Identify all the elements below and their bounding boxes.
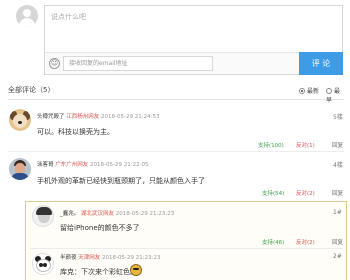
comment-time: 2018-05-29 21:24:53 <box>101 114 160 120</box>
sunglasses-emoji-icon <box>130 264 142 276</box>
reply-time: 2018-05-29 21:23:23 <box>115 211 175 217</box>
reply-meta: _蠢兆。 湖北武汉网友 2018-05-29 21:23:23 <box>60 209 174 217</box>
email-placeholder: 接收回复的email地址 <box>69 60 128 67</box>
support-button[interactable]: 支持(46) <box>262 238 284 246</box>
user-location: 广东广州网友 <box>55 162 89 168</box>
comment-placeholder: 说点什么吧 <box>51 13 86 21</box>
reply-meta: 半颜夜 天津网友 2018-05-29 21:23:23 <box>60 253 160 261</box>
reply-floor-number: 2# <box>333 253 342 260</box>
reply-floor-number: 1# <box>333 209 342 216</box>
submit-comment-button[interactable]: 评 论 <box>299 52 343 75</box>
reply-button[interactable]: 回复 <box>332 189 343 197</box>
comment-text: 可以。科技以换壳为主。 <box>37 128 114 136</box>
comment-time: 2018-05-29 21:22:05 <box>90 162 149 168</box>
comments-count-title: 全部评论（5） <box>8 86 55 94</box>
reply-text: 库克：下次来个彩虹色。 <box>60 268 137 276</box>
user-location: 湖北武汉网友 <box>81 211 115 217</box>
reply-time: 2018-05-29 21:23:23 <box>102 255 161 261</box>
reply-button[interactable]: 回复 <box>332 238 343 246</box>
radio-unchecked-icon <box>326 88 332 94</box>
support-button[interactable]: 支持(54) <box>262 189 284 197</box>
user-location: 天津网友 <box>78 255 101 261</box>
floor-number: 5楼 <box>333 114 343 121</box>
reply-text: 留给iPhone的颜色不多了 <box>60 224 140 232</box>
oppose-button[interactable]: 反对(1) <box>296 141 315 149</box>
user-avatar <box>16 5 38 27</box>
user-location: 江西杨州网友 <box>66 114 100 120</box>
username-link[interactable]: 泳客哥 <box>37 162 54 168</box>
comment-text: 手机外观的革新已经快到瓶颈期了，只能从颜色入手了 <box>37 177 205 185</box>
oppose-button[interactable]: 反对(2) <box>296 238 315 246</box>
avatar[interactable] <box>32 205 54 227</box>
comments-header: 全部评论（5） 最新 最早 <box>8 84 344 104</box>
comment-meta: 泳客哥 广东广州网友 2018-05-29 21:22:05 <box>37 160 148 168</box>
avatar[interactable] <box>32 253 54 275</box>
composer-toolbar: ☺ 接收回复的email地址 评 论 <box>45 52 343 75</box>
comment-textarea[interactable]: 说点什么吧 ☺ 接收回复的email地址 评 论 <box>44 5 343 75</box>
support-button[interactable]: 支持(100) <box>258 141 284 149</box>
email-field[interactable]: 接收回复的email地址 <box>63 56 213 71</box>
sort-latest-radio[interactable]: 最新 <box>299 86 319 95</box>
username-link[interactable]: 半颜夜 <box>60 255 77 261</box>
avatar[interactable] <box>9 158 31 180</box>
sort-latest-label: 最新 <box>307 88 320 95</box>
oppose-button[interactable]: 反对(2) <box>296 189 315 197</box>
avatar[interactable] <box>9 109 31 131</box>
emoji-icon[interactable]: ☺ <box>49 58 60 69</box>
sort-earliest-radio[interactable]: 最早 <box>326 86 344 104</box>
comment-meta: 头樽咒毁了 江西杨州网友 2018-05-29 21:24:53 <box>37 112 159 120</box>
divider <box>8 151 344 152</box>
username-link[interactable]: 头樽咒毁了 <box>37 114 65 120</box>
username-link[interactable]: _蠢兆。 <box>60 211 79 217</box>
floor-number: 4楼 <box>333 162 343 169</box>
radio-checked-icon <box>299 88 305 94</box>
divider <box>30 248 342 249</box>
reply-button[interactable]: 回复 <box>332 141 343 149</box>
